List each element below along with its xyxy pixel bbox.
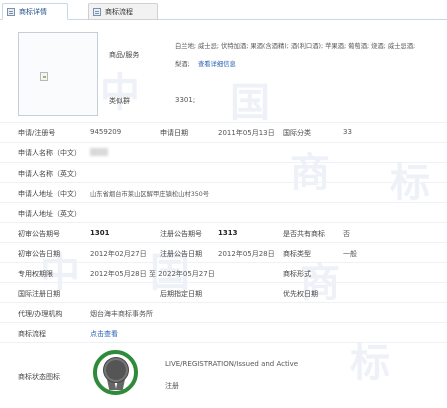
- watermark-char: 标: [390, 159, 430, 206]
- applicant-address-cn-value: 山东省烟台市莱山区解甲庄镇松山村350号: [90, 191, 210, 198]
- intl-reg-date-label: 国际注册日期: [18, 290, 60, 298]
- goods-label: 商品/服务: [109, 51, 140, 59]
- watermark-char: 商: [290, 149, 330, 196]
- document-icon: [93, 8, 101, 16]
- divider: [0, 122, 447, 123]
- divider: [0, 222, 447, 223]
- applicant-address-cn-label: 申请人地址（中文）: [18, 190, 81, 198]
- view-details-link[interactable]: 查看详细信息: [198, 59, 236, 68]
- reg-pub-no-label: 注册公告期号: [160, 230, 202, 238]
- divider: [0, 242, 447, 243]
- similar-group-value: 3301;: [175, 96, 196, 104]
- divider: [0, 342, 447, 343]
- similar-group-label: 类似群: [109, 97, 130, 105]
- status-text-en: LIVE/REGISTRATION/Issued and Active: [165, 360, 299, 368]
- tm-type-value: 一般: [343, 250, 357, 258]
- tab-trademark-detail[interactable]: 商标详情: [2, 3, 68, 20]
- status-text-cn: 注册: [165, 382, 179, 390]
- registered-status-badge-icon: [93, 350, 138, 395]
- shared-tm-label: 是否共有商标: [283, 230, 325, 238]
- reg-pub-no-value: 1313: [218, 229, 238, 237]
- exclusive-period-label: 专用权期限: [18, 270, 53, 278]
- tab-bar: 商标详情 商标流程: [0, 0, 447, 20]
- prelim-pub-date-value: 2012年02月27日: [90, 250, 147, 258]
- document-icon: [7, 8, 15, 16]
- divider: [0, 142, 447, 143]
- later-designation-date-label: 后期指定日期: [160, 290, 202, 298]
- tab-trademark-process[interactable]: 商标流程: [88, 3, 158, 20]
- applicant-address-en-label: 申请人地址（英文）: [18, 210, 81, 218]
- divider: [0, 182, 447, 183]
- divider: [0, 202, 447, 203]
- apply-date-label: 申请日期: [160, 129, 188, 137]
- exclusive-period-value: 2012年05月28日 至 2022年05月27日: [90, 270, 215, 278]
- tm-type-label: 商标类型: [283, 250, 311, 258]
- view-process-link[interactable]: 点击查看: [90, 329, 118, 339]
- tm-form-label: 商标形式: [283, 270, 311, 278]
- prelim-pub-no-value: 1301: [90, 229, 110, 237]
- prelim-pub-no-label: 初审公告期号: [18, 230, 60, 238]
- divider: [0, 302, 447, 303]
- divider: [0, 162, 447, 163]
- goods-line-2: 梨酒;: [175, 61, 190, 68]
- priority-date-label: 优先权日期: [283, 290, 318, 298]
- intl-class-value: 33: [343, 128, 352, 136]
- agency-value: 烟台海丰商标事务所: [90, 310, 153, 318]
- goods-line-1: 白兰地; 威士忌; 伏特加酒; 果酒(含酒精); 酒(利口酒); 苹果酒; 葡萄…: [175, 43, 416, 50]
- intl-class-label: 国际分类: [283, 129, 311, 137]
- process-label: 商标流程: [18, 330, 46, 338]
- tab-label: 商标流程: [105, 8, 133, 16]
- reg-no-label: 申请/注册号: [18, 129, 56, 137]
- broken-image-icon: [40, 72, 48, 81]
- trademark-image-frame: [18, 32, 98, 116]
- applicant-name-cn-label: 申请人名称（中文）: [18, 149, 81, 157]
- shared-tm-value: 否: [343, 230, 350, 238]
- divider: [0, 282, 447, 283]
- agency-label: 代理/办理机构: [18, 310, 63, 318]
- divider: [0, 262, 447, 263]
- watermark-char: 标: [350, 339, 390, 386]
- watermark-char: 中: [100, 69, 140, 116]
- apply-date-value: 2011年05月13日: [218, 129, 275, 137]
- watermark-char: 国: [230, 79, 270, 126]
- divider: [0, 322, 447, 323]
- reg-pub-date-label: 注册公告日期: [160, 250, 202, 258]
- applicant-name-en-label: 申请人名称（英文）: [18, 170, 81, 178]
- badge-medal: [106, 360, 126, 380]
- reg-pub-date-value: 2012年05月28日: [218, 250, 275, 258]
- tab-label: 商标详情: [19, 8, 47, 16]
- redacted-applicant-name: [90, 148, 108, 156]
- status-icon-label: 商标状态图标: [18, 373, 60, 381]
- prelim-pub-date-label: 初审公告日期: [18, 250, 60, 258]
- reg-no-value: 9459209: [90, 128, 122, 136]
